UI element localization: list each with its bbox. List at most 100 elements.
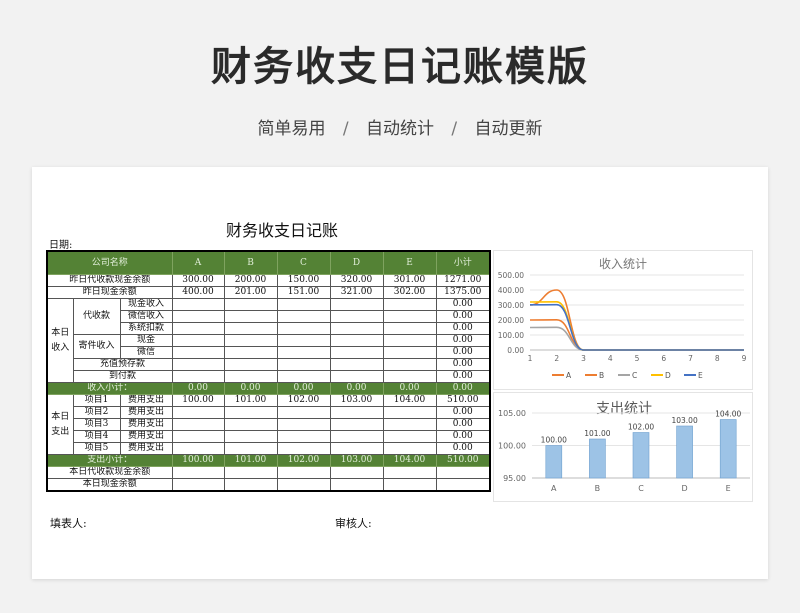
- cell: [223, 406, 278, 419]
- cell: [171, 358, 225, 371]
- bar-C: [632, 432, 650, 479]
- y-tick-label: 400.00: [498, 286, 524, 295]
- cell: [171, 430, 225, 443]
- cell: [329, 406, 384, 419]
- x-tick-label: 5: [635, 354, 640, 363]
- cell: [382, 310, 437, 323]
- x-tick-label: 3: [581, 354, 586, 363]
- cell: 0.00: [435, 346, 491, 359]
- x-tick-label: B: [595, 484, 601, 493]
- y-tick-label: 0.00: [507, 346, 524, 355]
- cell: 102.00: [276, 454, 331, 467]
- cell: 100.00: [171, 454, 225, 467]
- subtotal-label: 支出小计：: [46, 454, 173, 467]
- cell: 302.00: [382, 286, 437, 299]
- cell: [223, 430, 278, 443]
- cell: [171, 406, 225, 419]
- cell: [171, 418, 225, 431]
- x-tick-label: A: [551, 484, 557, 493]
- table-row: 本日代收款现金余额: [46, 466, 491, 479]
- cell: [382, 406, 437, 419]
- bar-D: [676, 425, 693, 479]
- cell: [329, 322, 384, 335]
- cell: 0.00: [435, 358, 491, 371]
- cell: [223, 358, 278, 371]
- income-group-label: 本日收入: [46, 298, 74, 383]
- bar-value-label: 104.00: [715, 410, 741, 419]
- page-title: 财务收支日记账模版: [211, 44, 589, 90]
- cell: [223, 322, 278, 335]
- cell: 201.00: [223, 286, 278, 299]
- spreadsheet-preview: 财务收支日记账 日期: 公司名称 A B C D E 小计 昨日代收款现金余额 …: [32, 167, 768, 579]
- cell: 103.00: [329, 454, 384, 467]
- header-row: 公司名称 A B C D E 小计: [46, 250, 491, 275]
- bar-value-label: 103.00: [671, 416, 697, 425]
- cell: [223, 478, 278, 492]
- cell: [276, 334, 331, 347]
- table-row: 项目4 费用支出 0.00: [47, 430, 491, 443]
- table-row: 充值预存款 0.00: [47, 358, 491, 371]
- y-tick-label: 95.00: [503, 474, 526, 483]
- cell: [382, 442, 437, 455]
- row-label: 现金: [119, 334, 173, 347]
- cell: [276, 466, 331, 479]
- y-tick-label: 105.00: [498, 409, 526, 418]
- header-cell: 小计: [435, 250, 491, 275]
- table-row: 项目2 费用支出 0.00: [47, 406, 491, 419]
- cell: 0.00: [435, 442, 491, 455]
- x-tick-label: 1: [528, 354, 533, 363]
- cell: [276, 346, 331, 359]
- cell: 320.00: [329, 274, 384, 287]
- y-tick-label: 100.00: [498, 442, 526, 451]
- cell: 0.00: [329, 382, 384, 395]
- header-cell: E: [382, 250, 437, 275]
- cell: 101.00: [223, 394, 278, 407]
- legend-label: D: [665, 371, 671, 380]
- bar-E: [719, 419, 737, 479]
- date-label: 日期:: [49, 240, 73, 251]
- row-label: 项目2: [72, 406, 121, 419]
- cell: [276, 298, 331, 311]
- tag-separator: /: [342, 119, 349, 139]
- income-subtotal-row: 收入小计： 0.00 0.00 0.00 0.00 0.00 0.00: [46, 382, 491, 395]
- expense-group-label: 本日支出: [46, 394, 74, 455]
- cell: [329, 310, 384, 323]
- x-tick-label: E: [726, 484, 731, 493]
- row-label: 微信收入: [119, 310, 173, 323]
- cell: [223, 466, 278, 479]
- row-label: 现金收入: [119, 298, 173, 311]
- table-row: 项目3 费用支出 0.00: [47, 418, 491, 431]
- row-label: 系统扣款: [119, 322, 173, 335]
- cell: [382, 358, 437, 371]
- row-label: 费用支出: [119, 430, 173, 443]
- cell: [223, 310, 278, 323]
- cell: 101.00: [223, 454, 278, 467]
- cell: 103.00: [329, 394, 384, 407]
- cell: [329, 358, 384, 371]
- cell: [276, 442, 331, 455]
- bar-B: [589, 438, 606, 479]
- cell: [382, 466, 437, 479]
- cell: [329, 370, 384, 383]
- legend-label: C: [632, 371, 637, 380]
- x-tick-label: 8: [715, 354, 720, 363]
- cell: 0.00: [435, 298, 491, 311]
- y-tick-label: 200.00: [498, 316, 524, 325]
- cell: [223, 370, 278, 383]
- cell: [329, 298, 384, 311]
- cell: [171, 310, 225, 323]
- cell: 100.00: [171, 394, 225, 407]
- row-label: 昨日现金余额: [46, 286, 173, 299]
- header-cell: D: [329, 250, 384, 275]
- expense-bar-chart-svg: 支出统计 95.00 100.00 105.00 100.00 A 101.00 B 102.0…: [498, 401, 750, 493]
- cell: [276, 370, 331, 383]
- cell: [329, 334, 384, 347]
- cell: [276, 358, 331, 371]
- table-row: 昨日代收款现金余额 300.00 200.00 150.00 320.00 30…: [46, 274, 491, 287]
- cell: [435, 466, 491, 479]
- cell: 0.00: [171, 382, 225, 395]
- chart-title: 收入统计: [599, 257, 647, 271]
- cell: 104.00: [382, 394, 437, 407]
- table-row: 到付款 0.00: [47, 370, 491, 383]
- cell: 0.00: [435, 322, 491, 335]
